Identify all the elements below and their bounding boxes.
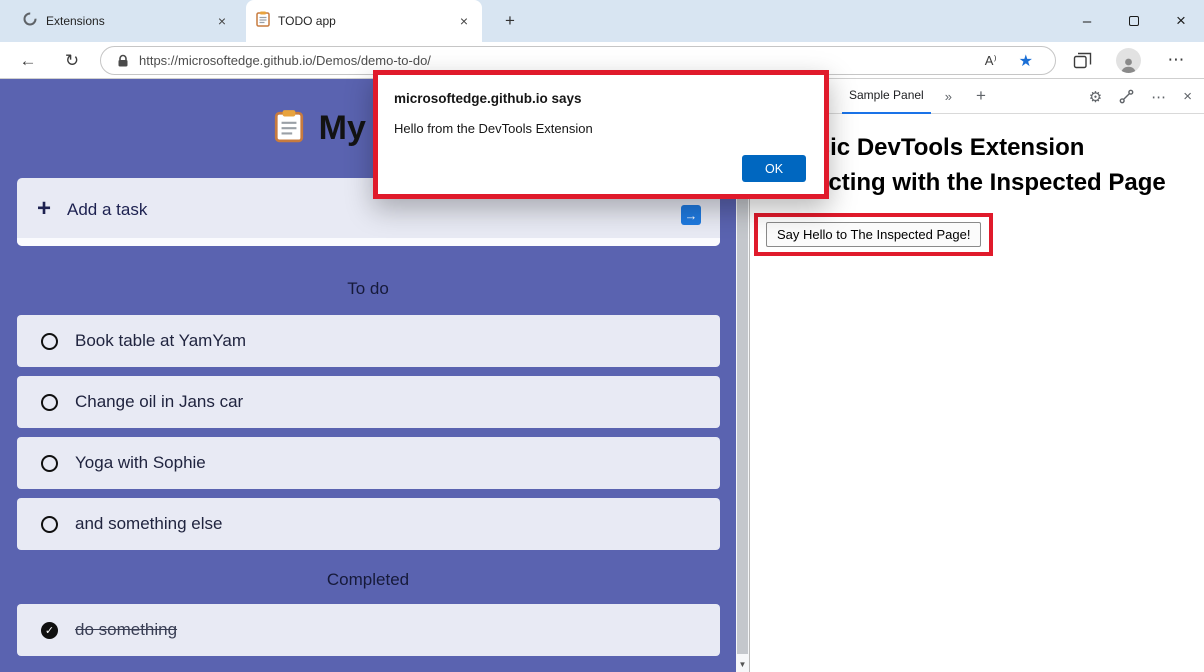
profile-avatar[interactable] bbox=[1114, 46, 1142, 74]
plus-icon: + bbox=[37, 195, 51, 223]
browser-tab-bar: Extensions × TODO app × + – × bbox=[0, 0, 1204, 42]
scrollbar-thumb[interactable] bbox=[737, 134, 748, 654]
favorite-star-icon[interactable]: ★ bbox=[1019, 51, 1033, 71]
minimize-button[interactable]: – bbox=[1064, 0, 1110, 42]
add-task-underline bbox=[17, 238, 720, 246]
tab-close-icon[interactable]: × bbox=[456, 13, 472, 29]
task-label: do something bbox=[75, 620, 177, 640]
scrollbar-down-arrow[interactable]: ▼ bbox=[736, 660, 749, 669]
task-row[interactable]: Yoga with Sophie bbox=[17, 437, 720, 489]
avatar-icon bbox=[1116, 48, 1141, 73]
url-text: https://microsoftedge.github.io/Demos/de… bbox=[139, 53, 985, 68]
add-task-placeholder: Add a task bbox=[67, 200, 147, 220]
tab-label: Extensions bbox=[46, 14, 214, 28]
alert-dialog-message: Hello from the DevTools Extension bbox=[394, 121, 824, 136]
settings-more-icon[interactable]: ⋯ bbox=[1162, 46, 1190, 74]
red-highlight-box: Say Hello to The Inspected Page! bbox=[754, 213, 993, 256]
lock-icon[interactable] bbox=[117, 54, 129, 68]
todo-favicon-icon bbox=[256, 11, 270, 32]
task-label: Yoga with Sophie bbox=[75, 453, 206, 473]
maximize-button[interactable] bbox=[1111, 0, 1157, 42]
close-window-button[interactable]: × bbox=[1158, 0, 1204, 42]
new-tab-button[interactable]: + bbox=[498, 9, 522, 33]
task-checkbox[interactable] bbox=[41, 455, 58, 472]
tab-label: TODO app bbox=[278, 14, 456, 28]
ok-button[interactable]: OK bbox=[742, 155, 806, 182]
collections-icon[interactable] bbox=[1068, 46, 1096, 74]
refresh-button[interactable]: ↻ bbox=[58, 47, 86, 75]
task-label: and something else bbox=[75, 514, 222, 534]
add-panel-icon[interactable]: + bbox=[976, 86, 986, 106]
alert-dialog: microsoftedge.github.io says Hello from … bbox=[373, 70, 829, 199]
tab-todo-app[interactable]: TODO app × bbox=[246, 0, 482, 42]
task-label: Change oil in Jans car bbox=[75, 392, 243, 412]
section-title-todo: To do bbox=[0, 279, 736, 299]
task-row[interactable]: Change oil in Jans car bbox=[17, 376, 720, 428]
task-checkbox[interactable] bbox=[41, 333, 58, 350]
task-checkbox[interactable] bbox=[41, 516, 58, 533]
back-button[interactable]: ← bbox=[14, 47, 42, 75]
extensions-favicon-icon bbox=[22, 11, 38, 32]
task-row[interactable]: and something else bbox=[17, 498, 720, 550]
tab-extensions[interactable]: Extensions × bbox=[12, 0, 240, 42]
task-row-completed[interactable]: ✓ do something bbox=[17, 604, 720, 656]
say-hello-button[interactable]: Say Hello to The Inspected Page! bbox=[766, 222, 981, 247]
tab-close-icon[interactable]: × bbox=[214, 13, 230, 29]
devtools-connection-icon[interactable] bbox=[1119, 89, 1134, 104]
alert-dialog-title: microsoftedge.github.io says bbox=[394, 91, 824, 106]
clipboard-icon bbox=[274, 109, 304, 148]
task-row[interactable]: Book table at YamYam bbox=[17, 315, 720, 367]
devtools-more-icon[interactable]: ⋯ bbox=[1151, 88, 1166, 106]
section-title-completed: Completed bbox=[0, 570, 736, 590]
gear-icon[interactable]: ⚙ bbox=[1089, 88, 1102, 106]
read-aloud-icon[interactable]: A⁾ bbox=[985, 53, 997, 69]
task-label: Book table at YamYam bbox=[75, 331, 246, 351]
task-checkbox[interactable] bbox=[41, 394, 58, 411]
devtools-close-icon[interactable]: × bbox=[1183, 88, 1192, 105]
maximize-icon bbox=[1129, 16, 1139, 26]
task-checkbox-checked[interactable]: ✓ bbox=[41, 622, 58, 639]
submit-task-button[interactable]: → bbox=[681, 205, 701, 225]
more-tabs-chevron-icon[interactable]: » bbox=[945, 89, 952, 104]
devtools-header-actions: ⚙ ⋯ × bbox=[1089, 79, 1192, 114]
devtools-tab-sample-panel[interactable]: Sample Panel bbox=[842, 79, 931, 114]
